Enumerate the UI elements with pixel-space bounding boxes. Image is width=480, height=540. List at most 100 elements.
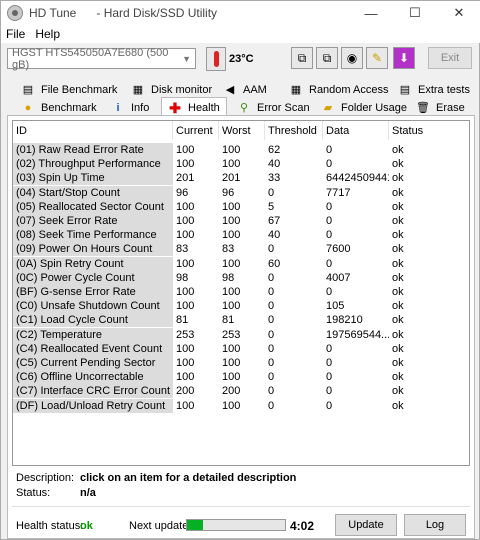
update-button[interactable]: Update [335,514,397,536]
table-cell: (C2) Temperature [13,327,173,342]
table-cell: 0 [268,271,275,284]
table-cell: 100 [176,286,195,298]
table-row[interactable]: (09) Power On Hours Count 83 83 0 7600 ok [13,242,469,257]
table-cell: 100 [222,257,241,270]
table-cell: 100 [176,342,195,355]
table-row[interactable]: (03) Spin Up Time 201 201 33 64424509441 ok [13,171,469,186]
table-row[interactable]: (04) Start/Stop Count 96 96 0 7717 ok [13,185,469,200]
table-cell: 0 [268,186,275,199]
table-cell: 0 [268,314,275,327]
thermometer-icon [206,47,226,71]
screenshot-button[interactable]: ◉ [341,47,363,69]
table-row[interactable]: (C1) Load Cycle Count 81 81 0 198210 ok [13,313,469,328]
table-cell: 0 [326,286,333,298]
table-row[interactable]: (C4) Reallocated Event Count 100 100 0 0 ok [13,341,469,356]
toolbar: HGST HTS545050A7E680 (500 gB) ▼ 23°C ⧉ ⧉… [1,43,480,75]
column-header-id[interactable]: ID [13,121,173,140]
drive-select[interactable]: HGST HTS545050A7E680 (500 gB) ▼ [7,47,196,71]
table-cell: 5 [268,200,275,213]
table-cell: (C5) Current Pending Sector [13,356,173,370]
table-row[interactable]: (07) Seek Error Rate 100 100 67 0 ok [13,214,469,228]
table-cell: 100 [176,200,195,213]
title-bar: HD Tune - Hard Disk/SSD Utility — ☐ ✕ [1,1,480,25]
table-cell: 100 [222,144,241,156]
table-cell: 100 [222,158,241,171]
table-cell: (C6) Offline Uncorrectable [13,370,173,385]
table-cell: 100 [176,229,195,242]
table-row[interactable]: (C6) Offline Uncorrectable 100 100 0 0 ok [13,370,469,385]
tab-file-benchmark[interactable]: ▤ File Benchmark [21,81,118,99]
table-cell: 100 [222,371,241,384]
table-cell: 0 [268,342,275,355]
column-header-data[interactable]: Data [323,121,389,140]
download-button[interactable]: ⬇ [393,47,415,69]
column-header-threshold[interactable]: Threshold [265,121,323,140]
next-update-progress [186,519,286,531]
table-row[interactable]: (BF) G-sense Error Rate 100 100 0 0 ok [13,285,469,299]
table-cell: ok [392,314,404,327]
tab-aam[interactable]: ◀ AAM [223,81,267,99]
divider [12,506,470,507]
column-header-worst[interactable]: Worst [219,121,265,140]
table-cell: 96 [222,186,235,199]
table-row[interactable]: (0A) Spin Retry Count 100 100 60 0 ok [13,256,469,271]
table-cell: ok [392,271,404,284]
copy-all-button[interactable]: ⧉ [316,47,338,69]
table-cell: 198210 [326,314,363,327]
table-row[interactable]: (DF) Load/Unload Retry Count 100 100 0 0 ok [13,398,469,413]
chevron-down-icon: ▼ [182,53,191,64]
column-header-status[interactable]: Status [389,121,469,140]
table-cell: 0 [268,286,275,298]
table-row[interactable]: (0C) Power Cycle Count 98 98 0 4007 ok [13,270,469,285]
exit-button[interactable]: Exit [428,47,472,69]
table-row[interactable]: (C5) Current Pending Sector 100 100 0 0 ok [13,356,469,370]
copy-info-button[interactable]: ⧉ [291,47,313,69]
table-cell: (C0) Unsafe Shutdown Count [13,299,173,314]
log-button[interactable]: Log [404,514,466,536]
progress-fill [187,520,203,530]
table-cell: 0 [326,229,333,242]
arrow-down-icon: ⬇ [398,51,410,65]
table-cell: (03) Spin Up Time [13,171,173,186]
tab-extra-tests[interactable]: ▤ Extra tests [398,81,470,99]
random-access-icon: ▦ [290,84,302,96]
table-cell: ok [392,300,404,313]
copy-all-icon: ⧉ [322,50,332,65]
menu-help[interactable]: Help [30,27,65,41]
table-cell: 62 [268,144,281,156]
window-title: HD Tune - Hard Disk/SSD Utility [29,6,218,20]
table-row[interactable]: (C7) Interface CRC Error Count 200 200 0 0 ok [13,384,469,399]
table-cell: 200 [176,385,195,398]
tab-health[interactable]: ✚ Health [161,97,227,117]
table-cell: 100 [176,215,195,227]
table-cell: 0 [326,200,333,213]
close-button[interactable]: ✕ [437,1,480,25]
table-cell: ok [392,186,404,199]
options-button[interactable]: ✎ [366,47,388,69]
table-row[interactable]: (05) Reallocated Sector Count 100 100 5 0 ok [13,199,469,214]
table-cell: 7600 [326,243,351,256]
table-cell: ok [392,371,404,384]
table-row[interactable]: (02) Throughput Performance 100 100 40 0 ok [13,157,469,172]
column-header-current[interactable]: Current [173,121,219,140]
table-row[interactable]: (08) Seek Time Performance 100 100 40 0 ok [13,228,469,243]
table-cell: 100 [176,357,195,369]
table-cell: (05) Reallocated Sector Count [13,199,173,214]
table-cell: 100 [222,215,241,227]
table-cell: ok [392,243,404,256]
trash-icon: 🗑 [416,102,430,114]
table-row[interactable]: (C0) Unsafe Shutdown Count 100 100 0 105 ok [13,299,469,314]
table-cell: ok [392,229,404,242]
tab-random-access[interactable]: ▦ Random Access [289,81,389,99]
maximize-button[interactable]: ☐ [393,1,437,25]
menu-file[interactable]: File [1,27,30,41]
table-row[interactable]: (01) Raw Read Error Rate 100 100 62 0 ok [13,143,469,157]
table-row[interactable]: (C2) Temperature 253 253 0 197569544... ok [13,327,469,342]
minimize-button[interactable]: — [349,1,393,25]
table-cell: ok [392,328,404,341]
table-cell: (BF) G-sense Error Rate [13,285,173,299]
table-cell: ok [392,286,404,298]
speaker-icon: ◀ [225,84,235,96]
status-value: n/a [80,487,96,499]
table-cell: 0 [268,399,275,412]
